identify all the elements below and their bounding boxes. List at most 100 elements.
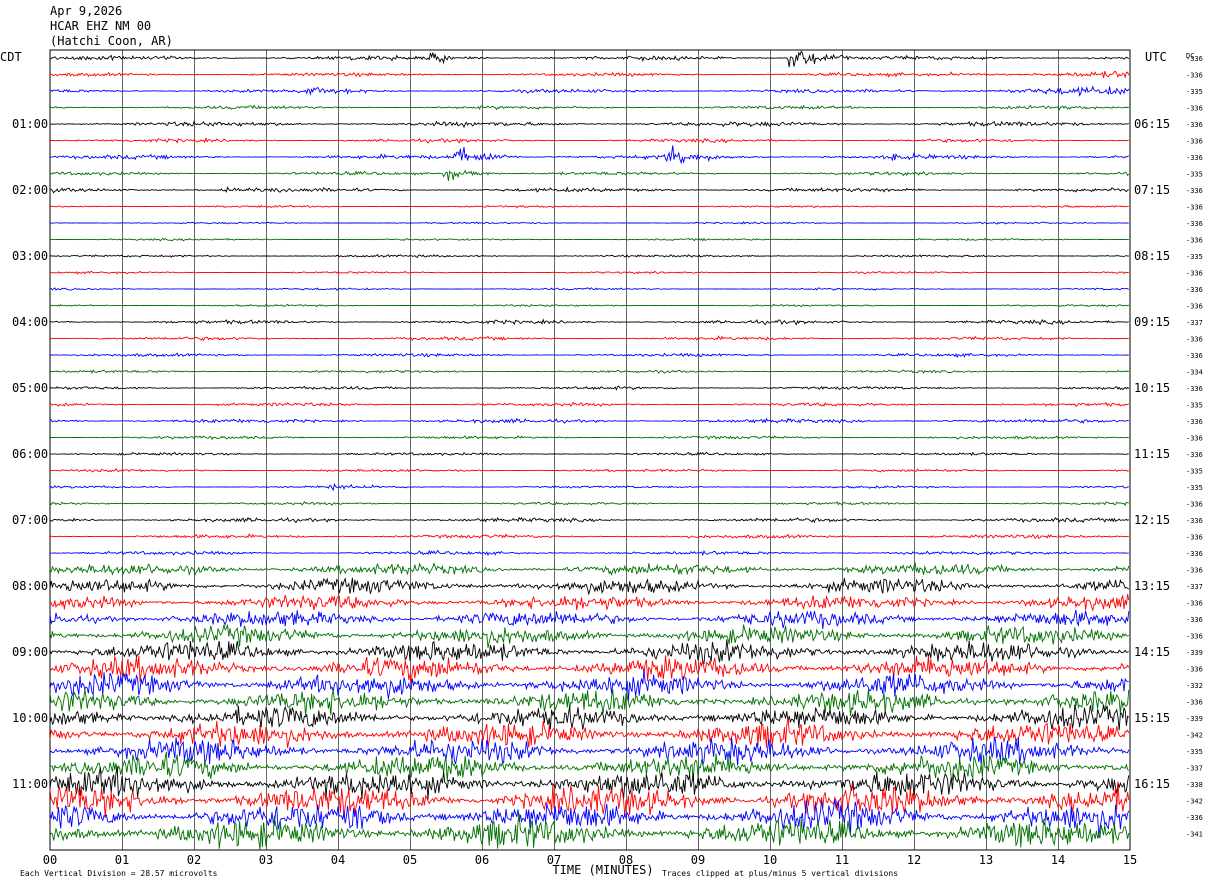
trace-line <box>49 85 1130 97</box>
hour-label-cdt: 05:00 <box>12 381 48 395</box>
dc-offset-label: -335 <box>1186 171 1203 179</box>
trace-line <box>49 799 1130 838</box>
trace-line <box>49 169 1130 182</box>
trace-line <box>49 468 1129 473</box>
footer-scale-note: Each Vertical Division = 28.57 microvolt… <box>20 869 218 878</box>
hour-label-utc: 07:15 <box>1134 183 1170 197</box>
hour-label-utc: 13:15 <box>1134 579 1170 593</box>
dc-offset-label: -337 <box>1186 765 1203 773</box>
trace-line <box>49 417 1129 424</box>
trace-line <box>49 737 1130 766</box>
dc-offset-label: -336 <box>1186 105 1203 113</box>
dc-offset-label: -336 <box>1186 385 1203 393</box>
hour-label-utc: 15:15 <box>1134 711 1170 725</box>
hour-label-cdt: 04:00 <box>12 315 48 329</box>
trace-line <box>49 435 1129 441</box>
trace-line <box>49 549 1129 557</box>
hour-label-utc: 14:15 <box>1134 645 1170 659</box>
dc-offset-label: -336 <box>1186 303 1203 311</box>
dc-offset-label: -336 <box>1186 336 1203 344</box>
hour-label-cdt: 11:00 <box>12 777 48 791</box>
x-tick-label: 01 <box>115 853 129 867</box>
dc-offset-label: -341 <box>1186 831 1203 839</box>
hour-label-utc: 09:15 <box>1134 315 1170 329</box>
dc-offset-label: -336 <box>1186 286 1203 294</box>
trace-line <box>49 50 1130 68</box>
dc-offset-label: -336 <box>1186 550 1203 558</box>
trace-line <box>49 204 1129 209</box>
dc-offset-label: -339 <box>1186 649 1203 657</box>
dc-offset-label: -335 <box>1186 402 1203 410</box>
trace-line <box>49 483 1129 492</box>
dc-offset-label: -336 <box>1186 418 1203 426</box>
x-tick-label: 14 <box>1051 853 1065 867</box>
dc-offset-label: -332 <box>1186 682 1203 690</box>
dc-offset-label: -336 <box>1186 534 1203 542</box>
dc-offset-label: -336 <box>1186 517 1203 525</box>
hour-label-cdt: 01:00 <box>12 117 48 131</box>
x-tick-label: 12 <box>907 853 921 867</box>
dc-offset-label: -335 <box>1186 484 1203 492</box>
trace-line <box>49 186 1129 194</box>
dc-offset-label: -334 <box>1186 369 1203 377</box>
trace-line <box>49 639 1129 665</box>
trace-line <box>50 237 1129 242</box>
trace-line <box>49 669 1129 702</box>
dc-offset-label: -336 <box>1186 699 1203 707</box>
dc-offset-label: -336 <box>1186 352 1203 360</box>
trace-line <box>49 71 1130 79</box>
hour-label-cdt: 07:00 <box>12 513 48 527</box>
dc-offset-label: -336 <box>1186 220 1203 228</box>
seismogram-plot: CDT UTC DC01:0002:0003:0004:0005:0006:0007… <box>0 49 1203 878</box>
dc-offset-label: -336 <box>1186 633 1203 641</box>
dc-offset-label: -336 <box>1186 567 1203 575</box>
trace-line <box>49 594 1130 612</box>
dc-offset-label: -336 <box>1186 435 1203 443</box>
dc-offset-label: -336 <box>1186 616 1203 624</box>
dc-offset-label: -336 <box>1186 187 1203 195</box>
hour-label-utc: 10:15 <box>1134 381 1170 395</box>
dc-offset-label: -335 <box>1186 88 1203 96</box>
dc-offset-label: -336 <box>1186 204 1203 212</box>
dc-offset-label: -336 <box>1186 55 1203 63</box>
x-tick-label: 05 <box>403 853 417 867</box>
trace-line <box>49 318 1130 326</box>
dc-offset-label: -337 <box>1186 319 1203 327</box>
trace-line <box>49 689 1130 717</box>
dc-offset-label: -339 <box>1186 715 1203 723</box>
trace-line <box>49 516 1130 524</box>
hour-label-utc: 16:15 <box>1134 777 1170 791</box>
trace-line <box>49 369 1129 374</box>
hour-label-cdt: 10:00 <box>12 711 48 725</box>
dc-offset-label: -336 <box>1186 814 1203 822</box>
trace-line <box>49 270 1129 275</box>
hour-label-cdt: 06:00 <box>12 447 48 461</box>
trace-line <box>49 577 1130 596</box>
trace-line <box>49 253 1129 259</box>
dc-offset-label: -336 <box>1186 72 1203 80</box>
hour-label-cdt: 03:00 <box>12 249 48 263</box>
dc-offset-label: -336 <box>1186 501 1203 509</box>
hour-label-utc: 08:15 <box>1134 249 1170 263</box>
x-tick-label: 15 <box>1123 853 1137 867</box>
x-tick-label: 06 <box>475 853 489 867</box>
trace-line <box>49 136 1129 144</box>
footer-clip-note: Traces clipped at plus/minus 5 vertical … <box>662 869 898 878</box>
dc-offset-label: -336 <box>1186 138 1203 146</box>
hour-label-utc: 11:15 <box>1134 447 1170 461</box>
dc-offset-label: -335 <box>1186 748 1203 756</box>
trace-group <box>49 50 1130 850</box>
trace-line <box>49 145 1129 165</box>
dc-offset-label: -336 <box>1186 121 1203 129</box>
dc-offset-label: -336 <box>1186 451 1203 459</box>
x-tick-label: 13 <box>979 853 993 867</box>
trace-line <box>49 335 1129 342</box>
dc-offset-label: -335 <box>1186 253 1203 261</box>
dc-offset-label: -336 <box>1186 154 1203 162</box>
x-axis-title: TIME (MINUTES) <box>552 863 653 877</box>
x-tick-label: 04 <box>331 853 345 867</box>
x-tick-label: 02 <box>187 853 201 867</box>
trace-line <box>49 609 1130 629</box>
trace-line <box>49 352 1129 359</box>
trace-line <box>49 287 1130 291</box>
